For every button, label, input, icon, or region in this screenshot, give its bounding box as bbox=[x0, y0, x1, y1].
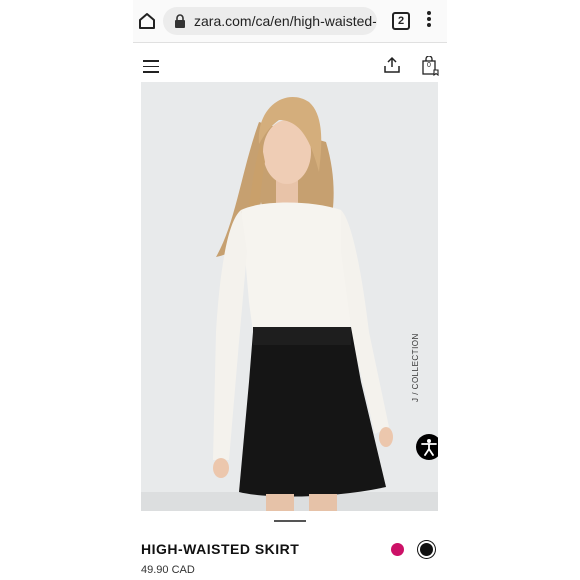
color-swatch-black[interactable] bbox=[420, 543, 433, 556]
url-text: zara.com/ca/en/high-waisted-s bbox=[194, 13, 376, 29]
overflow-menu-icon[interactable] bbox=[426, 11, 432, 31]
share-icon[interactable] bbox=[383, 56, 401, 74]
product-price: 49.90 CAD bbox=[141, 564, 195, 576]
model-illustration bbox=[141, 82, 438, 511]
shopping-bag-button[interactable]: 0 bbox=[421, 55, 439, 77]
product-image[interactable]: J / COLLECTION bbox=[141, 82, 438, 511]
accessibility-icon bbox=[421, 439, 437, 456]
phone-viewport: zara.com/ca/en/high-waisted-s 2 0 J / CO… bbox=[133, 0, 447, 580]
lock-icon bbox=[175, 14, 185, 28]
address-bar[interactable]: zara.com/ca/en/high-waisted-s bbox=[163, 7, 377, 35]
bag-count: 0 bbox=[427, 62, 431, 69]
image-carousel-indicator bbox=[274, 520, 306, 522]
hamburger-menu-icon[interactable] bbox=[143, 60, 159, 74]
browser-toolbar: zara.com/ca/en/high-waisted-s 2 bbox=[133, 0, 447, 43]
accessibility-button[interactable] bbox=[416, 434, 438, 460]
color-swatch-pink[interactable] bbox=[391, 543, 404, 556]
home-icon[interactable] bbox=[137, 11, 157, 31]
tab-switcher-button[interactable]: 2 bbox=[392, 12, 410, 30]
collection-label: J / COLLECTION bbox=[411, 333, 420, 402]
site-header: 0 bbox=[133, 43, 447, 83]
product-title: HIGH-WAISTED SKIRT bbox=[141, 541, 300, 557]
